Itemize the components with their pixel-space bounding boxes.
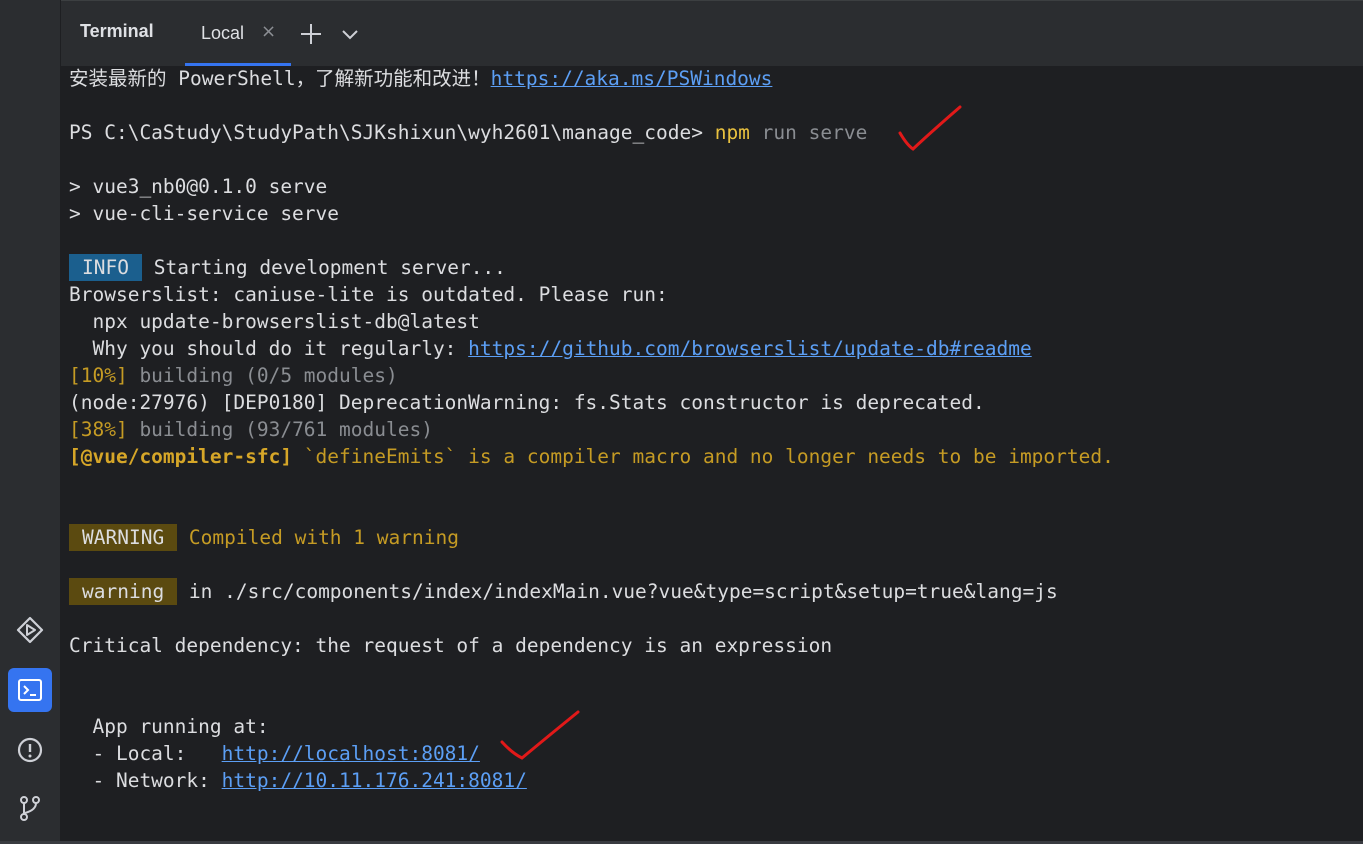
tab-local[interactable]: Local × [185, 1, 291, 66]
terminal-output[interactable]: 安装最新的 PowerShell，了解新功能和改进！https://aka.ms… [61, 66, 1363, 844]
build-percent: [38%] [69, 418, 128, 441]
critical-dependency-line: Critical dependency: the request of a de… [69, 634, 833, 657]
build-progress-line: [10%] building (0/5 modules) [69, 362, 398, 389]
app-running-line: App running at: [69, 715, 269, 738]
network-label: - Network: [69, 769, 222, 792]
local-url-line: - Local: http://localhost:8081/ [69, 740, 480, 767]
ps-windows-link[interactable]: https://aka.ms/PSWindows [491, 67, 773, 90]
prompt-line: PS C:\CaStudy\StudyPath\SJKshixun\wyh260… [69, 119, 867, 146]
compiler-sfc-text: `defineEmits` is a compiler macro and no… [292, 445, 1114, 468]
network-url-link[interactable]: http://10.11.176.241:8081/ [222, 769, 527, 792]
tool-window-sidebar [0, 0, 60, 844]
compiled-text: Compiled with 1 warning [177, 526, 459, 549]
warning-detail-line: warning in ./src/components/index/indexM… [69, 578, 1058, 605]
script-line: > vue3_nb0@0.1.0 serve [69, 175, 328, 198]
prompt-path: PS C:\CaStudy\StudyPath\SJKshixun\wyh260… [69, 121, 715, 144]
browserslist-line: Why you should do it regularly: https://… [69, 335, 1032, 362]
warning-path: in ./src/components/index/indexMain.vue?… [177, 580, 1058, 603]
browserslist-line: Browserslist: caniuse-lite is outdated. … [69, 283, 668, 306]
deprecation-line: (node:27976) [DEP0180] DeprecationWarnin… [69, 391, 985, 414]
plus-icon[interactable] [298, 21, 324, 47]
ps-upgrade-notice: 安装最新的 PowerShell，了解新功能和改进！https://aka.ms… [69, 65, 772, 92]
run-icon[interactable] [8, 608, 52, 652]
check-mark-annotation [500, 710, 580, 760]
local-label: - Local: [69, 742, 222, 765]
info-text: Starting development server... [141, 256, 506, 279]
build-percent: [10%] [69, 364, 128, 387]
tab-label: Local [201, 23, 245, 43]
update-db-link[interactable]: https://github.com/browserslist/update-d… [468, 337, 1032, 360]
command-args: run serve [749, 121, 868, 144]
info-badge: INFO [69, 254, 142, 281]
problems-icon[interactable] [8, 728, 52, 772]
build-progress-line: [38%] building (93/761 modules) [69, 416, 433, 443]
build-status: building (0/5 modules) [127, 364, 398, 387]
network-url-line: - Network: http://10.11.176.241:8081/ [69, 767, 527, 794]
command-npm: npm [714, 121, 750, 144]
info-line: INFO Starting development server... [69, 254, 506, 281]
script-line: > vue-cli-service serve [69, 202, 340, 225]
browserslist-text: Why you should do it regularly: [69, 337, 469, 360]
warning-badge: warning [69, 578, 178, 605]
compiled-warning-line: WARNING Compiled with 1 warning [69, 524, 459, 551]
terminal-header: Terminal Local × [61, 0, 1363, 67]
local-url-link[interactable]: http://localhost:8081/ [222, 742, 480, 765]
notice-text: 安装最新的 PowerShell，了解新功能和改进！ [69, 67, 491, 90]
git-icon[interactable] [8, 786, 52, 830]
compiler-sfc-line: [@vue/compiler-sfc] `defineEmits` is a c… [69, 443, 1114, 470]
browserslist-line: npx update-browserslist-db@latest [69, 310, 480, 333]
tool-window-title: Terminal [80, 21, 154, 41]
compiler-sfc-tag: [@vue/compiler-sfc] [69, 445, 293, 468]
chevron-down-icon[interactable] [337, 21, 363, 47]
close-icon[interactable]: × [261, 21, 276, 42]
check-mark-annotation [898, 105, 962, 151]
terminal-icon[interactable] [8, 668, 52, 712]
build-status: building (93/761 modules) [127, 418, 433, 441]
warning-badge: WARNING [69, 524, 178, 551]
